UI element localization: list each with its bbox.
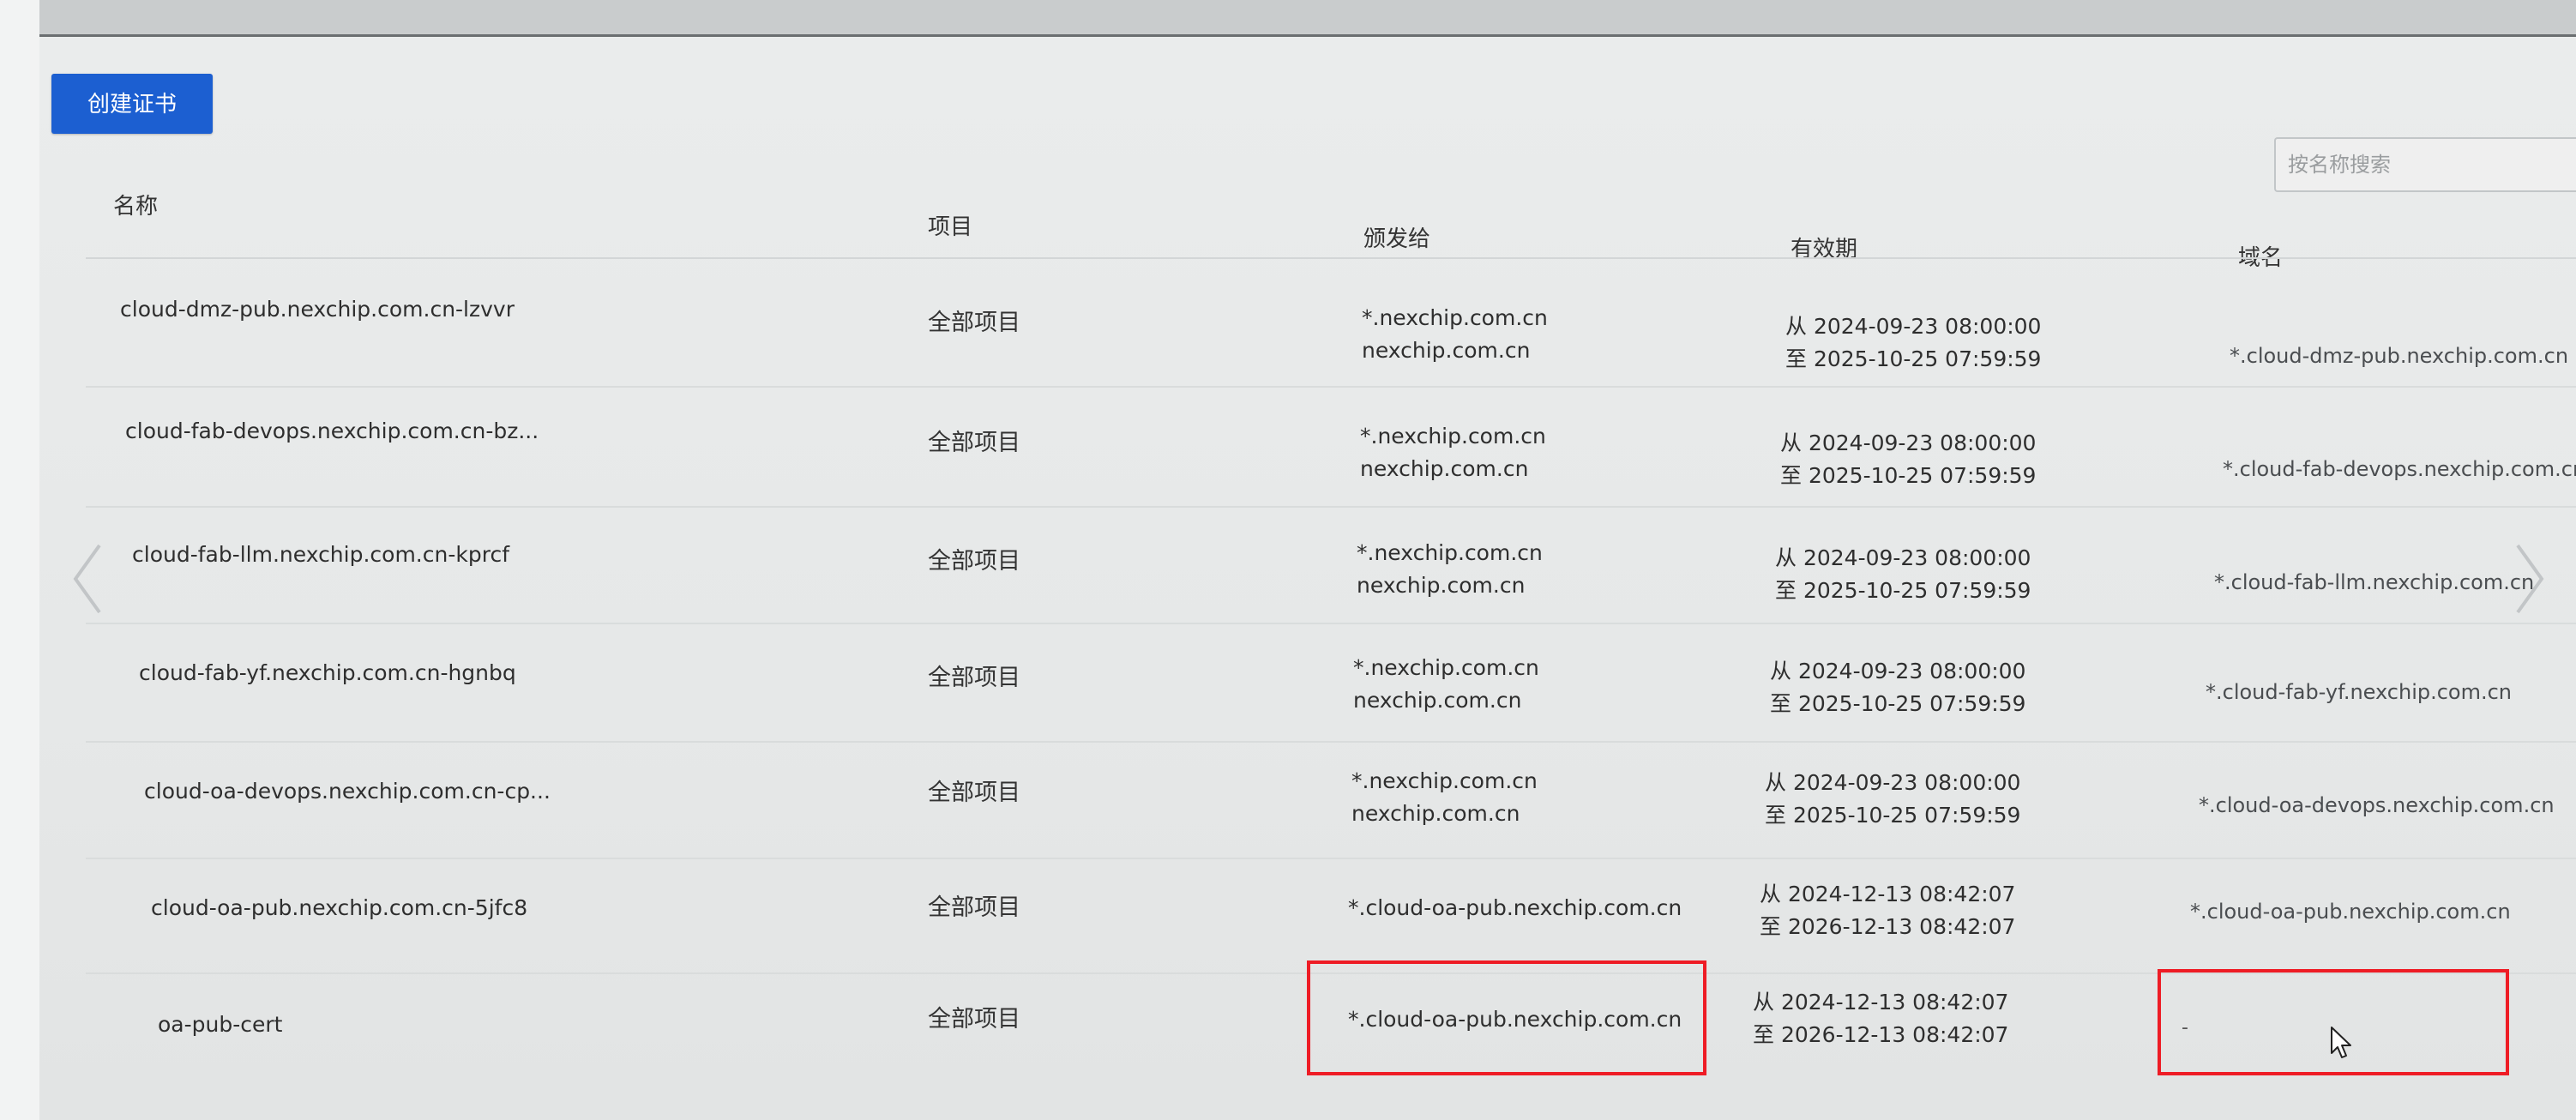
certificate-domain: *.cloud-fab-yf.nexchip.com.cn — [2206, 680, 2513, 704]
issued-to-line: *.cloud-oa-pub.nexchip.com.cn — [1348, 895, 1682, 920]
certificate-name[interactable]: cloud-fab-yf.nexchip.com.cn-hgnbq — [139, 657, 516, 689]
chevron-left-icon[interactable] — [69, 540, 106, 617]
certificate-name[interactable]: cloud-fab-llm.nexchip.com.cn-kprcf — [132, 539, 509, 571]
validity-to: 至 2026-12-13 08:42:07 — [1760, 914, 2016, 939]
table-header-divider — [86, 257, 2576, 259]
certificate-issued-to: *.nexchip.com.cn nexchip.com.cn — [1357, 537, 1543, 602]
certificate-project: 全部项目 — [928, 665, 1020, 691]
issued-to-line: nexchip.com.cn — [1353, 688, 1522, 713]
certificate-issued-to: *.cloud-oa-pub.nexchip.com.cn — [1348, 892, 1682, 924]
certificate-validity: 从 2024-09-23 08:00:00 至 2025-10-25 07:59… — [1785, 310, 2041, 376]
certificate-validity: 从 2024-12-13 08:42:07 至 2026-12-13 08:42… — [1760, 878, 2015, 943]
issued-to-line: nexchip.com.cn — [1360, 456, 1529, 481]
left-margin — [0, 0, 39, 1120]
certificate-project: 全部项目 — [928, 430, 1020, 456]
certificate-domain: *.cloud-oa-pub.nexchip.com.cn — [2190, 900, 2511, 924]
validity-to: 至 2025-10-25 07:59:59 — [1770, 691, 2026, 716]
validity-to: 至 2025-10-25 07:59:59 — [1775, 578, 2031, 603]
validity-to: 至 2025-10-25 07:59:59 — [1785, 346, 2042, 371]
certificate-domain: *.cloud-fab-llm.nexchip.com.cn — [2214, 570, 2535, 594]
validity-from: 从 2024-09-23 08:00:00 — [1765, 770, 2021, 795]
validity-from: 从 2024-09-23 08:00:00 — [1785, 314, 2042, 339]
column-header-project[interactable]: 项目 — [928, 209, 972, 241]
annotation-box-issued-to — [1307, 960, 1706, 1075]
certificate-name[interactable]: cloud-oa-pub.nexchip.com.cn-5jfc8 — [151, 892, 527, 924]
certificate-project: 全部项目 — [928, 310, 1020, 336]
validity-from: 从 2024-12-13 08:42:07 — [1753, 990, 2009, 1015]
issued-to-line: nexchip.com.cn — [1351, 801, 1520, 826]
certificate-issued-to: *.nexchip.com.cn nexchip.com.cn — [1362, 302, 1548, 367]
certificate-validity: 从 2024-09-23 08:00:00 至 2025-10-25 07:59… — [1780, 427, 2036, 492]
issued-to-line: *.nexchip.com.cn — [1360, 424, 1546, 449]
table-row[interactable] — [86, 388, 2576, 508]
issued-to-line: nexchip.com.cn — [1362, 338, 1531, 363]
validity-from: 从 2024-12-13 08:42:07 — [1760, 882, 2016, 906]
top-bar — [39, 0, 2576, 37]
chevron-right-icon[interactable] — [2511, 540, 2549, 617]
validity-to: 至 2025-10-25 07:59:59 — [1780, 463, 2037, 488]
validity-from: 从 2024-09-23 08:00:00 — [1775, 545, 2031, 570]
certificate-issued-to: *.nexchip.com.cn nexchip.com.cn — [1360, 420, 1546, 485]
column-header-issued-to[interactable]: 颁发给 — [1363, 221, 1430, 253]
certificate-name[interactable]: cloud-fab-devops.nexchip.com.cn-bz... — [125, 415, 539, 448]
validity-from: 从 2024-09-23 08:00:00 — [1780, 431, 2037, 455]
certificate-validity: 从 2024-09-23 08:00:00 至 2025-10-25 07:59… — [1770, 655, 2025, 720]
certificate-validity: 从 2024-09-23 08:00:00 至 2025-10-25 07:59… — [1765, 767, 2020, 832]
validity-to: 至 2026-12-13 08:42:07 — [1753, 1022, 2009, 1047]
validity-from: 从 2024-09-23 08:00:00 — [1770, 659, 2026, 683]
issued-to-line: *.nexchip.com.cn — [1353, 655, 1539, 680]
issued-to-line: *.nexchip.com.cn — [1362, 305, 1548, 330]
issued-to-line: nexchip.com.cn — [1357, 573, 1526, 598]
certificate-name[interactable]: oa-pub-cert — [158, 1009, 282, 1041]
issued-to-line: *.nexchip.com.cn — [1357, 540, 1543, 565]
certificate-project: 全部项目 — [928, 894, 1020, 921]
column-header-name[interactable]: 名称 — [113, 189, 158, 220]
create-certificate-button[interactable]: 创建证书 — [51, 74, 213, 134]
certificate-project: 全部项目 — [928, 780, 1020, 806]
certificate-validity: 从 2024-09-23 08:00:00 至 2025-10-25 07:59… — [1775, 542, 2031, 607]
certificate-validity: 从 2024-12-13 08:42:07 至 2026-12-13 08:42… — [1753, 986, 2008, 1051]
validity-to: 至 2025-10-25 07:59:59 — [1765, 803, 2021, 828]
certificate-project: 全部项目 — [928, 548, 1020, 575]
mouse-cursor-icon — [2329, 1026, 2355, 1060]
certificate-name[interactable]: cloud-dmz-pub.nexchip.com.cn-lzvvr — [120, 293, 515, 326]
table-row[interactable] — [86, 268, 2576, 388]
issued-to-line: *.nexchip.com.cn — [1351, 768, 1538, 793]
certificate-issued-to: *.nexchip.com.cn nexchip.com.cn — [1351, 765, 1538, 830]
certificate-issued-to: *.nexchip.com.cn nexchip.com.cn — [1353, 652, 1539, 717]
certificate-name[interactable]: cloud-oa-devops.nexchip.com.cn-cp... — [144, 775, 551, 808]
search-input[interactable] — [2274, 137, 2576, 192]
certificate-domain: *.cloud-oa-devops.nexchip.com.cn — [2199, 793, 2555, 817]
certificate-domain: *.cloud-dmz-pub.nexchip.com.cn — [2230, 344, 2569, 368]
certificate-domain: *.cloud-fab-devops.nexchip.com.cn — [2223, 457, 2576, 481]
certificate-project: 全部项目 — [928, 1006, 1020, 1033]
